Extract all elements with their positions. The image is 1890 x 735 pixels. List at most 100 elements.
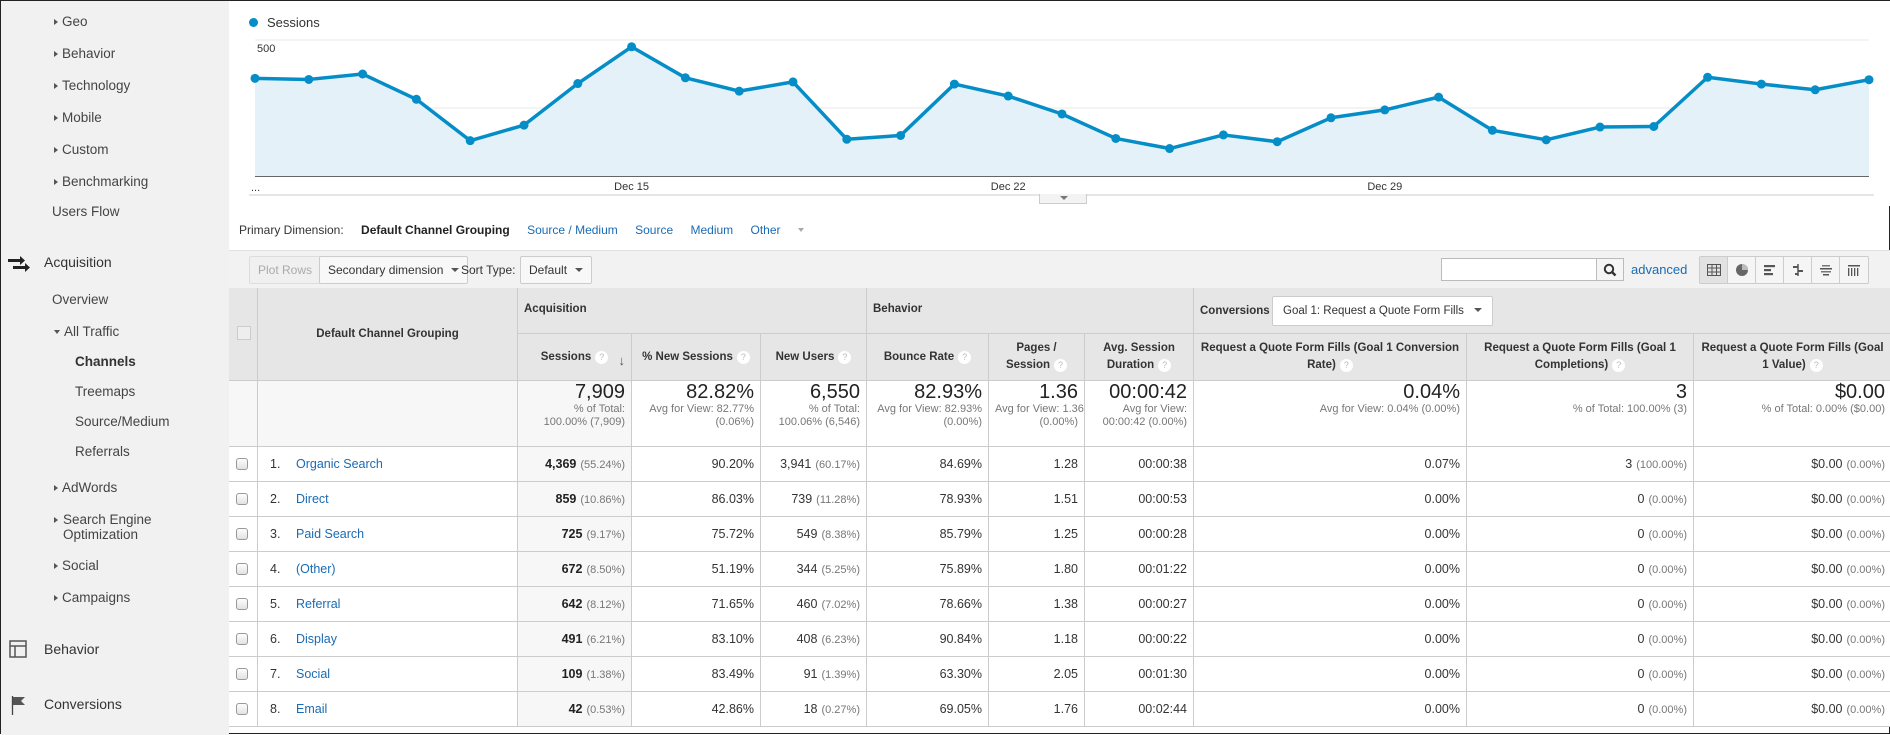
channel-link[interactable]: Display <box>296 632 337 646</box>
data-point[interactable] <box>465 136 475 146</box>
sidebar-item-referrals[interactable]: Referrals <box>75 444 130 459</box>
row-checkbox[interactable] <box>236 458 248 470</box>
column-header-new-sessions-pct[interactable]: % New Sessions? <box>632 334 761 381</box>
data-point[interactable] <box>1487 125 1497 135</box>
dimension-column-header[interactable]: Default Channel Grouping <box>258 288 518 381</box>
help-icon[interactable]: ? <box>958 350 972 364</box>
channel-link[interactable]: Paid Search <box>296 527 364 541</box>
row-checkbox[interactable] <box>236 493 248 505</box>
data-point[interactable] <box>1434 92 1444 102</box>
data-point[interactable] <box>949 79 959 89</box>
row-checkbox[interactable] <box>236 598 248 610</box>
data-point[interactable] <box>1703 72 1713 82</box>
data-point[interactable] <box>734 86 744 96</box>
plot-rows-button[interactable]: Plot Rows <box>249 256 322 284</box>
table-view-button[interactable] <box>1700 257 1728 283</box>
data-point[interactable] <box>250 73 260 83</box>
channel-link[interactable]: Email <box>296 702 327 716</box>
sidebar-item-technology[interactable]: Technology <box>54 78 130 93</box>
table-search-input[interactable] <box>1441 258 1597 281</box>
performance-view-button[interactable] <box>1756 257 1784 283</box>
comparison-view-button[interactable] <box>1784 257 1812 283</box>
data-point[interactable] <box>1272 137 1282 147</box>
row-checkbox[interactable] <box>236 633 248 645</box>
help-icon[interactable]: ? <box>1809 359 1823 372</box>
data-point[interactable] <box>1595 122 1605 132</box>
row-checkbox[interactable] <box>236 563 248 575</box>
data-point[interactable] <box>1864 75 1874 85</box>
sidebar-item-benchmarking[interactable]: Benchmarking <box>54 174 148 189</box>
column-header-goal1-value[interactable]: Request a Quote Form Fills (Goal 1 Value… <box>1694 334 1890 381</box>
chart-plot[interactable]: 250500 ...Dec 15Dec 22Dec 29 <box>229 1 1890 201</box>
pie-view-button[interactable] <box>1728 257 1756 283</box>
help-icon[interactable]: ? <box>595 350 609 364</box>
search-button[interactable] <box>1597 258 1624 281</box>
data-point[interactable] <box>1111 133 1121 143</box>
column-header-goal1-conversion-rate[interactable]: Request a Quote Form Fills (Goal 1 Conve… <box>1194 334 1467 381</box>
channel-link[interactable]: Referral <box>296 597 340 611</box>
advanced-filter-link[interactable]: advanced <box>1631 262 1687 277</box>
sidebar-item-source-medium[interactable]: Source/Medium <box>75 414 170 429</box>
data-point[interactable] <box>1165 144 1175 154</box>
column-header-avg-session-duration[interactable]: Avg. Session Duration? <box>1085 334 1194 381</box>
data-point[interactable] <box>411 94 421 104</box>
help-icon[interactable]: ? <box>1054 359 1068 372</box>
sidebar-item-adwords[interactable]: AdWords <box>54 480 117 495</box>
help-icon[interactable]: ? <box>838 350 852 364</box>
data-point[interactable] <box>1326 113 1336 123</box>
help-icon[interactable]: ? <box>1158 359 1172 372</box>
data-point[interactable] <box>1649 121 1659 131</box>
column-header-bounce-rate[interactable]: Bounce Rate? <box>867 334 989 381</box>
data-point[interactable] <box>1218 130 1228 140</box>
sidebar-item-channels[interactable]: Channels <box>75 354 136 369</box>
sidebar-item-behavior-audience[interactable]: Behavior <box>54 46 115 61</box>
dimension-source-medium[interactable]: Source / Medium <box>527 223 618 237</box>
sort-descending-icon[interactable]: ↓ <box>619 352 626 369</box>
row-checkbox[interactable] <box>236 668 248 680</box>
secondary-dimension-dropdown[interactable]: Secondary dimension <box>319 256 469 284</box>
sidebar-item-overview[interactable]: Overview <box>52 292 108 307</box>
sidebar-item-treemaps[interactable]: Treemaps <box>75 384 135 399</box>
data-point[interactable] <box>788 77 798 87</box>
channel-link[interactable]: Organic Search <box>296 457 383 471</box>
channel-link[interactable]: (Other) <box>296 562 336 576</box>
help-icon[interactable]: ? <box>1339 359 1353 372</box>
channel-link[interactable]: Direct <box>296 492 329 506</box>
sort-type-dropdown[interactable]: Default <box>520 256 593 284</box>
data-point[interactable] <box>1810 85 1820 95</box>
data-point[interactable] <box>1380 105 1390 115</box>
pivot-view-button[interactable] <box>1840 257 1868 283</box>
column-header-new-users[interactable]: New Users? <box>761 334 867 381</box>
goal-selector-dropdown[interactable]: Goal 1: Request a Quote Form Fills <box>1272 296 1493 326</box>
data-point[interactable] <box>896 130 906 140</box>
sidebar-item-users-flow[interactable]: Users Flow <box>52 204 120 219</box>
help-icon[interactable]: ? <box>1612 359 1626 372</box>
data-point[interactable] <box>1541 135 1551 145</box>
data-point[interactable] <box>1003 91 1013 101</box>
select-all-checkbox[interactable] <box>237 326 251 340</box>
sidebar-item-custom[interactable]: Custom <box>54 142 109 157</box>
data-point[interactable] <box>304 74 314 84</box>
sidebar-item-all-traffic[interactable]: All Traffic <box>54 324 119 339</box>
column-header-pages-per-session[interactable]: Pages / Session? <box>989 334 1085 381</box>
row-checkbox[interactable] <box>236 703 248 715</box>
channel-link[interactable]: Social <box>296 667 330 681</box>
data-point[interactable] <box>842 134 852 144</box>
sidebar-item-mobile[interactable]: Mobile <box>54 110 102 125</box>
sidebar-item-geo[interactable]: Geo <box>54 14 88 29</box>
data-point[interactable] <box>358 69 368 79</box>
term-cloud-button[interactable] <box>1812 257 1840 283</box>
sidebar-item-seo[interactable]: Search Engine Optimization <box>54 512 164 542</box>
dimension-other-dropdown[interactable]: Other <box>751 223 818 237</box>
data-point[interactable] <box>519 120 529 130</box>
help-icon[interactable]: ? <box>736 350 750 364</box>
chart-collapse-toggle[interactable] <box>1039 194 1087 204</box>
column-header-goal1-completions[interactable]: Request a Quote Form Fills (Goal 1 Compl… <box>1467 334 1694 381</box>
row-checkbox[interactable] <box>236 528 248 540</box>
column-header-sessions[interactable]: Sessions? ↓ <box>518 334 632 381</box>
data-point[interactable] <box>573 79 583 89</box>
dimension-source[interactable]: Source <box>635 223 673 237</box>
data-point[interactable] <box>680 73 690 83</box>
sidebar-item-social[interactable]: Social <box>54 558 99 573</box>
data-point[interactable] <box>1756 79 1766 89</box>
